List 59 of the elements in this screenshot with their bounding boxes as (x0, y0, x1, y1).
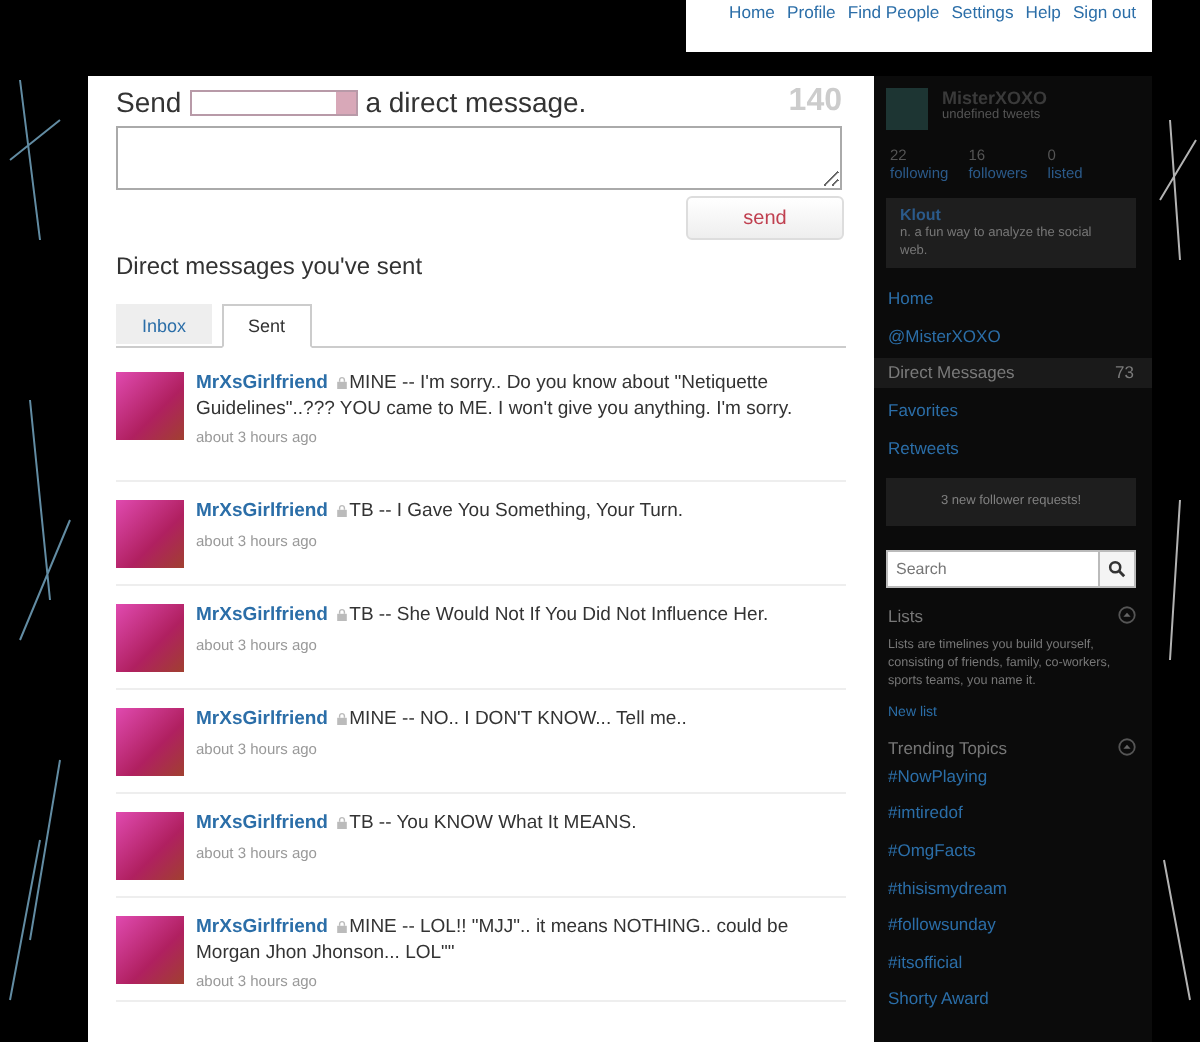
recipient-dropdown[interactable] (189, 89, 358, 115)
sender-link[interactable]: MrXsGirlfriend (196, 708, 328, 730)
avatar-image (116, 708, 184, 776)
send-label: a direct message. (365, 86, 587, 118)
trending-topic-link[interactable]: #imtiredof (874, 794, 1152, 832)
sidebar-item-label: Favorites (888, 398, 958, 425)
sender-link[interactable]: MrXsGirlfriend (196, 604, 328, 626)
trending-topic-link[interactable]: #followsunday (874, 906, 1152, 944)
search-button[interactable] (1098, 549, 1136, 588)
trending-topic-link[interactable]: #NowPlaying (874, 757, 1152, 795)
avatar-image (116, 500, 184, 568)
message-count: 73 (1115, 360, 1134, 387)
tab[interactable]: Inbox (116, 304, 213, 344)
sidebar-item-label: Direct Messages (888, 360, 1015, 387)
nav-link[interactable]: Sign out (1072, 2, 1136, 22)
sender-link[interactable]: MrXsGirlfriend (196, 500, 328, 522)
sender-link[interactable]: MrXsGirlfriend (196, 372, 328, 394)
message-field[interactable] (116, 126, 842, 190)
section-title: Lists (888, 605, 923, 626)
nav-link[interactable]: Find People (847, 2, 940, 22)
message-text: MrXsGirlfriend MINE -- I'm sorry.. Do you know about "Netiquette Guidelines"..??? YOU came to ME. I won't give you anything. I'm sorry. (196, 372, 795, 422)
collapse-icon (1118, 606, 1136, 625)
send-label: Send (116, 86, 182, 118)
section-heading: Direct messages you've sent (116, 252, 425, 280)
search-field[interactable]: Search (886, 549, 1098, 588)
sender-link[interactable]: MrXsGirlfriend (196, 812, 328, 834)
sender-link[interactable]: MrXsGirlfriend (196, 916, 328, 938)
search-icon (1108, 559, 1126, 578)
avatar-image (116, 812, 184, 880)
klout-link[interactable]: Klout (900, 206, 1122, 224)
message-text: MrXsGirlfriend TB -- She Would Not If You Did Not Influence Her. (196, 604, 771, 629)
nav-link[interactable]: Help (1025, 2, 1061, 22)
nav-link[interactable]: Home (729, 2, 775, 22)
sidebar-item-label: Home (888, 286, 934, 312)
message-text: MrXsGirlfriend MINE -- NO.. I DON'T KNOW... Tell me.. (196, 708, 689, 733)
nav-link[interactable]: Settings (951, 2, 1014, 22)
avatar-image (116, 372, 184, 440)
message-text: MrXsGirlfriend MINE -- LOL!! "MJJ".. it means NOTHING.. could be Morgan Jhon Jhonson... LOL"" (196, 916, 791, 966)
sidebar-item[interactable]: Retweets (874, 433, 1152, 464)
avatar-image (886, 88, 928, 130)
trending-topic-link[interactable]: #thisismydream (874, 869, 1152, 907)
sidebar-item[interactable]: @MisterXOXO (874, 321, 1152, 352)
message-text: MrXsGirlfriend TB -- You KNOW What It MEANS. (196, 812, 639, 837)
send-button[interactable]: send (686, 196, 844, 240)
message-text: MrXsGirlfriend TB -- I Gave You Something, Your Turn. (196, 500, 686, 525)
sidebar-item[interactable]: Direct Messages 73 (874, 358, 1152, 389)
collapse-icon (1118, 738, 1136, 757)
tab[interactable]: Sent (222, 304, 312, 348)
trending-topic-link[interactable]: #OmgFacts (874, 831, 1152, 870)
trending-topic-link[interactable]: #itsofficial (874, 943, 1152, 981)
avatar-image (116, 916, 184, 984)
sidebar-item-label: @MisterXOXO (888, 323, 1001, 350)
trending-topic-link[interactable]: Shorty Award (874, 980, 1152, 1018)
sidebar-item-label: Retweets (888, 435, 959, 462)
sidebar-item[interactable]: Home (874, 284, 1152, 314)
nav-link[interactable]: Profile (786, 2, 836, 22)
section-title: Trending Topics (888, 737, 1008, 758)
avatar-image (116, 604, 184, 672)
sidebar-item[interactable]: Favorites (874, 396, 1152, 427)
